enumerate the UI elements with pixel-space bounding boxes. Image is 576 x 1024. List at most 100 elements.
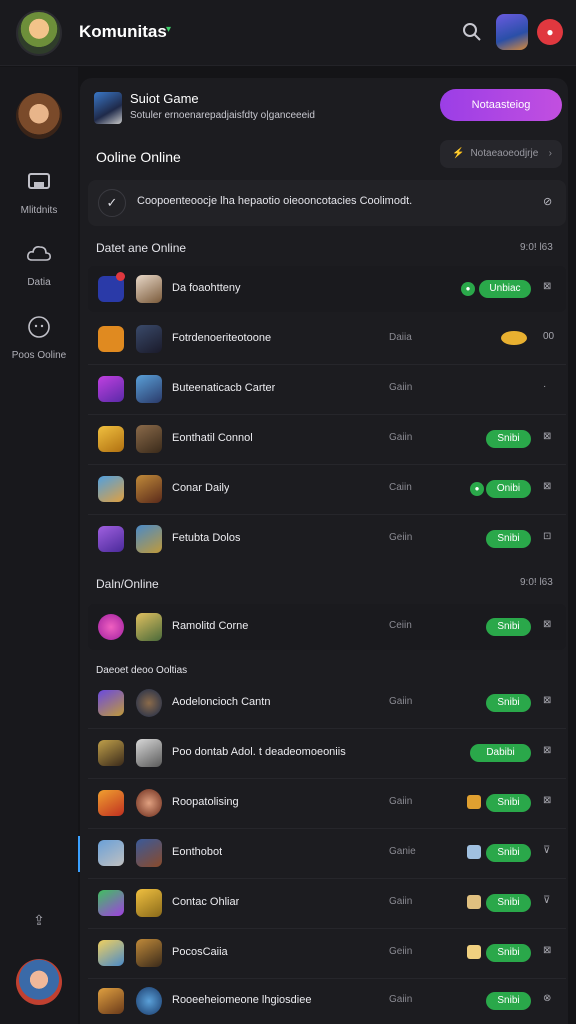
profile-avatar[interactable]	[16, 959, 62, 1005]
row-action[interactable]: ⊗	[543, 993, 551, 1004]
row-name: PocosCaiia	[172, 946, 228, 958]
cloud-icon	[26, 242, 52, 266]
game-icon	[136, 739, 162, 767]
sidebar-item-0[interactable]: Mlitdnits	[0, 170, 78, 218]
row-action[interactable]: ⊠	[543, 745, 551, 756]
upload-icon[interactable]: ⇪	[31, 912, 47, 928]
row-name: Da foaohtteny	[172, 282, 241, 294]
game-icon	[136, 475, 162, 503]
divider	[88, 828, 566, 829]
status-badge: Snibi	[486, 694, 531, 712]
row-action[interactable]: ⊠	[543, 431, 551, 442]
row-name: Roopatolising	[172, 796, 239, 808]
sidebar-item-1[interactable]: Datia	[0, 242, 78, 290]
row-name: Poo dontab Adol. t deadeomoeoniis	[172, 746, 346, 758]
row-status: Gaiin	[389, 994, 413, 1005]
game-mini-icon	[467, 795, 481, 809]
game-icon	[136, 613, 162, 641]
list-item[interactable]: PocosCaiia Geiin Snibi ⊠	[88, 930, 566, 976]
row-status: Gaiin	[389, 432, 413, 443]
user-avatar[interactable]	[496, 14, 528, 50]
app-icon	[98, 614, 124, 640]
group-label: Daeoet deoo Ooltias	[96, 665, 188, 676]
row-action[interactable]: ⊠	[543, 619, 551, 630]
community-avatar[interactable]	[16, 10, 62, 56]
game-icon	[136, 375, 162, 403]
game-icon	[136, 839, 162, 867]
group-label: Datet ane Online	[96, 241, 187, 255]
list-item[interactable]: Eonthobot Ganie Snibi ⊽	[88, 830, 566, 876]
status-dot: ●	[470, 482, 484, 496]
notice-text: Coopoenteoocje lha hepaotio oieooncotaci…	[137, 195, 413, 207]
row-name: Aodeloncioch Cantn	[172, 696, 271, 708]
filter-label: Notaeaoeodjrje	[470, 148, 539, 159]
row-status: Gaiin	[389, 382, 413, 393]
row-action[interactable]: ⊡	[543, 531, 551, 542]
list-item[interactable]: Ramolitd Corne Ceiin Snibi ⊠	[88, 604, 566, 650]
row-name: Fotrdenoeriteotoone	[172, 332, 272, 344]
row-status: Gaiin	[389, 896, 413, 907]
row-status: Ganie	[389, 846, 416, 857]
game-icon	[136, 275, 162, 303]
sidebar-item-label: Poos Ooline	[11, 350, 67, 361]
list-item[interactable]: Da foaohtteny ● Unbiac ⊠	[88, 266, 566, 312]
app-icon	[98, 426, 124, 452]
app-icon	[98, 376, 124, 402]
row-action[interactable]: ⊠	[543, 695, 551, 706]
row-action[interactable]: ⊽	[543, 845, 550, 856]
sidebar-avatar[interactable]	[16, 93, 62, 139]
list-item[interactable]: Poo dontab Adol. t deadeomoeoniis Dabibi…	[88, 730, 566, 776]
sidebar-item-2[interactable]: Poos Ooline	[0, 315, 78, 363]
row-status: Gaiin	[389, 796, 413, 807]
list-item[interactable]: Roopatolising Gaiin Snibi ⊠	[88, 780, 566, 826]
status-badge: Snibi	[486, 944, 531, 962]
coin-icon	[501, 331, 527, 345]
game-icon	[136, 789, 162, 817]
status-badge: Snibi	[486, 992, 531, 1010]
filter-button[interactable]: ⚡ Notaeaoeodjrje ›	[440, 140, 562, 168]
hero-title: Suiot Game	[130, 91, 199, 106]
game-icon	[136, 325, 162, 353]
status-badge: Snibi	[486, 530, 531, 548]
row-name: Conar Daily	[172, 482, 230, 494]
row-name: Fetubta Dolos	[172, 532, 241, 544]
hero-button[interactable]: Notaasteiog	[440, 89, 562, 121]
app-icon	[98, 988, 124, 1014]
search-icon[interactable]	[462, 22, 482, 42]
app-icon	[98, 840, 124, 866]
filter-icon: ⚡	[452, 148, 465, 159]
row-status: Geiin	[389, 532, 413, 543]
row-action[interactable]: ⊠	[543, 481, 551, 492]
group-time: 9:0! l63	[520, 242, 553, 253]
row-name: Rooeeheiomeone lhgiosdiee	[172, 994, 312, 1006]
status-badge: Snibi	[486, 618, 531, 636]
list-item[interactable]: Conar Daily Caiin ● Onibi ⊠	[88, 466, 566, 512]
status-badge: Unbiac	[479, 280, 531, 298]
notification-icon[interactable]: ●	[537, 19, 563, 45]
row-status: Ceiin	[389, 620, 412, 631]
row-action[interactable]: ⊽	[543, 895, 550, 906]
list-item[interactable]: Fetubta Dolos Geiin Snibi ⊡	[88, 516, 566, 562]
list-item[interactable]: Buteenaticacb Carter Gaiin ·	[88, 366, 566, 412]
divider	[88, 878, 566, 879]
list-item[interactable]: Eonthatil Connol Gaiin Snibi ⊠	[88, 416, 566, 462]
app-icon	[98, 790, 124, 816]
row-action[interactable]: ·	[543, 381, 546, 392]
game-icon	[136, 689, 162, 717]
status-dot: ●	[461, 282, 475, 296]
game-icon	[136, 425, 162, 453]
group-time: 9:0! l63	[520, 577, 553, 588]
list-item[interactable]: Fotrdenoeriteotoone Daiia 00	[88, 316, 566, 362]
row-action[interactable]: ⊠	[543, 945, 551, 956]
close-icon[interactable]: ⊘	[543, 195, 552, 208]
app-icon	[98, 326, 124, 352]
row-name: Contac Ohliar	[172, 896, 240, 908]
row-action[interactable]: 00	[543, 331, 554, 342]
row-action[interactable]: ⊠	[543, 281, 551, 292]
list-item[interactable]: Aodeloncioch Cantn Gaiin Snibi ⊠	[88, 680, 566, 726]
game-mini-icon	[467, 895, 481, 909]
chevron-down-icon[interactable]: ▾	[166, 24, 171, 35]
row-action[interactable]: ⊠	[543, 795, 551, 806]
list-item[interactable]: Rooeeheiomeone lhgiosdiee Gaiin Snibi ⊗	[88, 978, 566, 1024]
list-item[interactable]: Contac Ohliar Gaiin Snibi ⊽	[88, 880, 566, 926]
